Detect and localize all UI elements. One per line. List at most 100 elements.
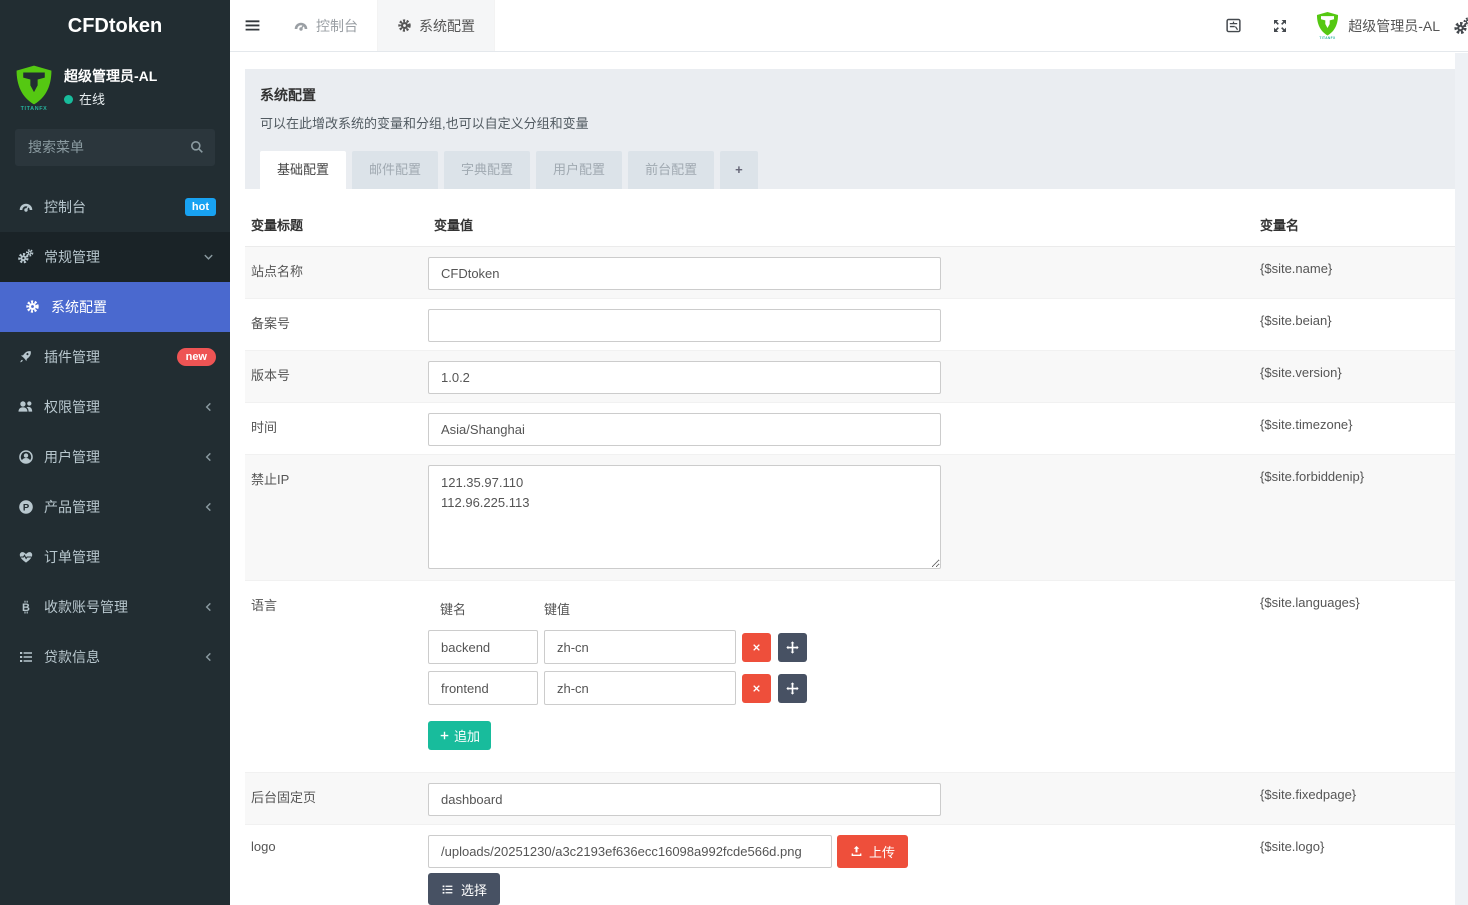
navbar-tab-dashboard[interactable]: 控制台 (274, 0, 378, 51)
navbar-user-name: 超级管理员-AL (1348, 16, 1440, 36)
chevron-left-icon (203, 601, 214, 612)
sidebar-toggle-button[interactable] (230, 0, 274, 51)
kv-row-backend (428, 630, 1248, 664)
top-navbar: 控制台 系统配置 TITANF (230, 0, 1468, 52)
navbar-user-menu[interactable]: TITANFX 超级管理员-AL (1303, 11, 1453, 40)
row-label: 语言 (245, 581, 428, 773)
sidebar-item-label: 收款账号管理 (44, 597, 128, 617)
tab-user-config[interactable]: 用户配置 (536, 151, 622, 189)
var-name: {$site.fixedpage} (1254, 773, 1455, 825)
scrollbar-track[interactable] (1455, 53, 1468, 905)
table-row-languages: 语言 键名 键值 (245, 581, 1455, 773)
titanfx-logo-icon: TITANFX (1316, 11, 1339, 40)
new-badge: new (177, 348, 216, 366)
navbar-tab-system-config[interactable]: 系统配置 (378, 0, 495, 51)
sidebar-item-dashboard[interactable]: 控制台 hot (0, 182, 230, 232)
sidebar-item-label: 贷款信息 (44, 647, 100, 667)
table-row-beian: 备案号 {$site.beian} (245, 299, 1455, 351)
append-button[interactable]: 追加 (428, 721, 491, 750)
var-name: {$site.version} (1254, 351, 1455, 403)
search-input[interactable] (15, 129, 215, 166)
column-header-var-value: 变量值 (428, 189, 1254, 247)
user-icon (15, 449, 36, 465)
svg-text:P: P (22, 502, 29, 513)
tab-add-group[interactable]: + (720, 151, 758, 189)
tab-mail-config[interactable]: 邮件配置 (352, 151, 438, 189)
fullscreen-button[interactable] (1257, 0, 1303, 52)
table-header-row: 变量标题 变量值 变量名 (245, 189, 1455, 247)
kv-value-input[interactable] (544, 630, 736, 664)
sidebar-item-general-management[interactable]: 常规管理 (0, 232, 230, 282)
sidebar-item-loan-info[interactable]: 贷款信息 (0, 632, 230, 682)
cogs-icon (1453, 16, 1468, 36)
upload-button[interactable]: 上传 (837, 835, 908, 868)
kv-row-frontend (428, 671, 1248, 705)
choose-button[interactable]: 选择 (428, 873, 500, 905)
online-status-label: 在线 (79, 90, 105, 110)
svg-text:TITANFX: TITANFX (21, 106, 48, 111)
navbar-tab-label: 系统配置 (419, 16, 475, 36)
sidebar-item-label: 系统配置 (51, 297, 107, 317)
row-label: 时间 (245, 403, 428, 455)
sidebar-item-payment-accounts[interactable]: B 收款账号管理 (0, 582, 230, 632)
chevron-left-icon (203, 501, 214, 512)
kv-key-input[interactable] (428, 671, 538, 705)
settings-button[interactable] (1453, 16, 1468, 36)
move-row-button[interactable] (778, 633, 807, 662)
delete-row-button[interactable] (742, 674, 771, 703)
hot-badge: hot (185, 198, 216, 216)
table-row-logo: logo 上传 选择 (245, 825, 1455, 905)
language-icon (1225, 17, 1242, 34)
sidebar-item-label: 产品管理 (44, 497, 100, 517)
chevron-left-icon (203, 451, 214, 462)
kv-key-input[interactable] (428, 630, 538, 664)
svg-text:TITANFX: TITANFX (1320, 36, 1337, 40)
language-button[interactable] (1210, 0, 1257, 52)
tab-frontend-config[interactable]: 前台配置 (628, 151, 714, 189)
sidebar-item-system-config[interactable]: 系统配置 (0, 282, 230, 332)
table-row-forbidden-ip: 禁止IP 121.35.97.110 112.96.225.113 {$site… (245, 455, 1455, 581)
sidebar-menu: 控制台 hot 常规管理 系统配置 插件管理 new (0, 182, 230, 682)
tab-dictionary-config[interactable]: 字典配置 (444, 151, 530, 189)
beian-input[interactable] (428, 309, 941, 342)
sidebar-item-plugins[interactable]: 插件管理 new (0, 332, 230, 382)
move-row-button[interactable] (778, 674, 807, 703)
kv-value-header: 键值 (544, 599, 570, 618)
upload-icon (850, 845, 863, 858)
sidebar-item-orders[interactable]: 订单管理 (0, 532, 230, 582)
row-label: 站点名称 (245, 247, 428, 299)
sidebar-item-users[interactable]: 用户管理 (0, 432, 230, 482)
users-icon (15, 398, 36, 415)
sidebar-item-label: 订单管理 (44, 547, 100, 567)
move-icon (786, 682, 799, 695)
svg-text:B: B (22, 602, 30, 614)
tab-basic-config[interactable]: 基础配置 (260, 151, 346, 189)
system-config-panel: 系统配置 可以在此增改系统的变量和分组,也可以自定义分组和变量 基础配置 邮件配… (245, 69, 1455, 905)
var-name: {$site.logo} (1254, 825, 1455, 905)
kv-value-input[interactable] (544, 671, 736, 705)
chevron-left-icon (203, 651, 214, 662)
timezone-input[interactable] (428, 413, 941, 446)
choose-button-label: 选择 (461, 880, 487, 899)
logo-path-input[interactable] (428, 835, 832, 868)
sidebar-item-permissions[interactable]: 权限管理 (0, 382, 230, 432)
site-name-input[interactable] (428, 257, 941, 290)
var-name: {$site.languages} (1254, 581, 1455, 773)
delete-row-button[interactable] (742, 633, 771, 662)
page-title: 系统配置 (260, 85, 1440, 105)
content-area: 系统配置 可以在此增改系统的变量和分组,也可以自定义分组和变量 基础配置 邮件配… (230, 53, 1455, 905)
config-tabs: 基础配置 邮件配置 字典配置 用户配置 前台配置 + (260, 151, 1440, 189)
column-header-var-name: 变量名 (1254, 189, 1455, 247)
version-input[interactable] (428, 361, 941, 394)
gauge-icon (15, 199, 36, 215)
fixed-page-input[interactable] (428, 783, 941, 816)
sidebar-item-products[interactable]: P 产品管理 (0, 482, 230, 532)
navbar-tab-label: 控制台 (316, 16, 358, 36)
table-row-timezone: 时间 {$site.timezone} (245, 403, 1455, 455)
sidebar-item-label: 插件管理 (44, 347, 100, 367)
forbidden-ip-textarea[interactable]: 121.35.97.110 112.96.225.113 (428, 465, 941, 569)
sidebar-item-label: 权限管理 (44, 397, 100, 417)
sidebar-item-label: 控制台 (44, 197, 86, 217)
sidebar-item-label: 用户管理 (44, 447, 100, 467)
upload-button-label: 上传 (869, 842, 895, 861)
